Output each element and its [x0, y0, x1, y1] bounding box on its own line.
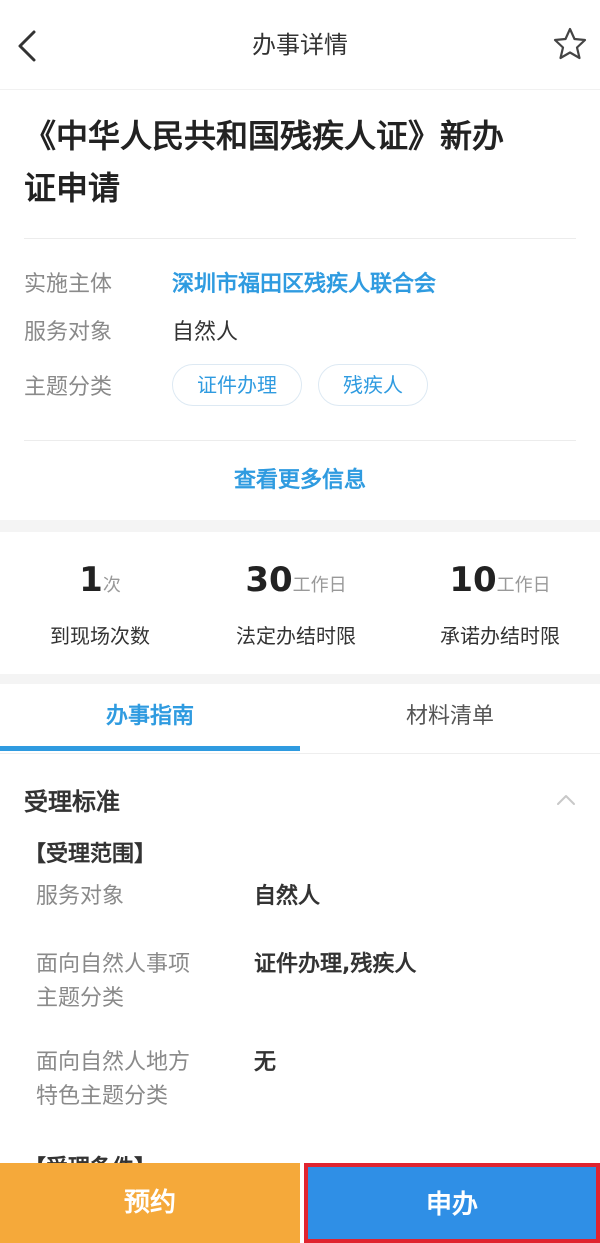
- item-title-line1: 《中华人民共和国残疾人证》新办: [24, 117, 505, 155]
- chevron-up-icon: [557, 795, 575, 805]
- stats-panel: 1次 到现场次数 30工作日 法定办结时限 10工作日 承诺办结时限: [0, 536, 600, 674]
- stat-label: 到现场次数: [50, 624, 150, 648]
- agency-label: 实施主体: [24, 272, 113, 297]
- target-label: 服务对象: [24, 320, 113, 345]
- stat-unit: 工作日: [292, 575, 347, 596]
- stat-unit: 工作日: [496, 575, 551, 596]
- row-label: 面向自然人地方 特色主题分类: [36, 1050, 191, 1109]
- section-gap: [0, 520, 600, 532]
- stat-value: 1次: [79, 560, 121, 600]
- favorite-button[interactable]: [552, 26, 588, 62]
- tab-materials[interactable]: 材料清单: [300, 684, 600, 754]
- row-label: 面向自然人事项 主题分类: [36, 952, 191, 1011]
- tab-guide[interactable]: 办事指南: [0, 684, 300, 754]
- stat-value: 10工作日: [449, 560, 551, 600]
- scope-subheading: 【受理范围】: [24, 842, 157, 867]
- info-row-topic: 主题分类 证件办理 残疾人: [24, 363, 444, 407]
- chevron-left-icon: [18, 30, 36, 62]
- back-button[interactable]: [10, 24, 46, 68]
- info-row-agency: 实施主体 深圳市福田区残疾人联合会: [24, 262, 436, 302]
- info-row-target: 服务对象 自然人: [24, 310, 238, 350]
- acceptance-standard-section: 受理标准 【受理范围】 服务对象 自然人 面向自然人事项 主题分类 证件办理,残…: [0, 760, 600, 1181]
- stat-unit: 次: [102, 575, 121, 596]
- bottom-action-bar: 预约 申办: [0, 1163, 600, 1243]
- stat-visits: 1次 到现场次数: [0, 556, 200, 649]
- apply-button[interactable]: 申办: [304, 1163, 600, 1243]
- topic-tag[interactable]: 证件办理: [172, 364, 302, 406]
- row-value: 无: [254, 1050, 277, 1075]
- target-value: 自然人: [172, 320, 239, 345]
- page-title: 办事详情: [252, 31, 348, 59]
- view-more-info-link[interactable]: 查看更多信息: [0, 462, 600, 494]
- topic-tag[interactable]: 残疾人: [318, 364, 428, 406]
- reserve-button[interactable]: 预约: [0, 1163, 300, 1243]
- item-title-line2: 证申请: [24, 169, 121, 207]
- agency-link[interactable]: 深圳市福田区残疾人联合会: [172, 266, 436, 298]
- stat-label: 承诺办结时限: [440, 624, 560, 648]
- topic-label: 主题分类: [24, 375, 113, 400]
- star-outline-icon: [553, 27, 587, 60]
- divider: [24, 440, 576, 441]
- collapse-button[interactable]: [554, 788, 578, 812]
- stat-label: 法定办结时限: [236, 624, 356, 648]
- top-bar: 办事详情: [0, 0, 600, 90]
- row-label: 服务对象: [36, 884, 125, 909]
- stat-promised-limit: 10工作日 承诺办结时限: [400, 556, 600, 649]
- divider: [24, 238, 576, 239]
- tab-bar: 办事指南 材料清单: [0, 684, 600, 754]
- item-title: 《中华人民共和国残疾人证》新办 证申请: [24, 110, 576, 214]
- row-value: 证件办理,残疾人: [254, 952, 417, 977]
- stat-legal-limit: 30工作日 法定办结时限: [196, 556, 396, 649]
- row-value: 自然人: [254, 884, 321, 909]
- section-title: 受理标准: [24, 788, 120, 816]
- stat-value: 30工作日: [245, 560, 347, 600]
- active-tab-indicator: [0, 746, 300, 751]
